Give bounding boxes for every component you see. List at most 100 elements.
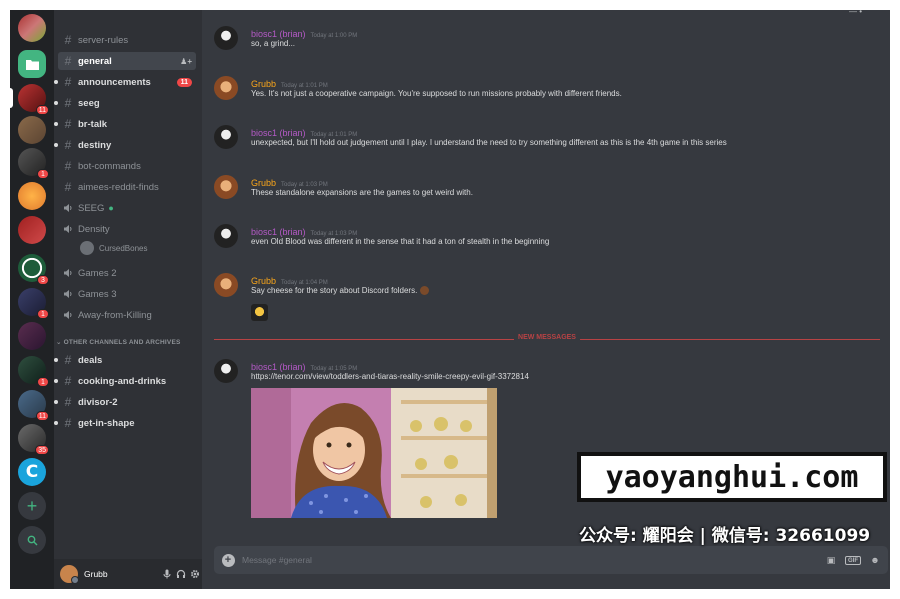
speaker-icon [58, 310, 78, 320]
server-icon[interactable]: 11 [18, 390, 49, 421]
hash-icon: # [64, 96, 72, 110]
server-icon[interactable] [18, 322, 46, 350]
message-author[interactable]: Grubb [251, 79, 276, 89]
message-author[interactable]: biosc1 (brian) [251, 227, 306, 237]
message-author[interactable]: biosc1 (brian) [251, 362, 306, 372]
unread-dot [54, 421, 58, 425]
username: Grubb [84, 569, 108, 579]
channel-seeg[interactable]: # seeg [54, 94, 196, 112]
avatar [80, 241, 94, 255]
server-icon[interactable]: 35 [18, 424, 49, 455]
message-text: Say cheese for the story about Discord f… [251, 286, 429, 296]
channel-br-talk[interactable]: # br-talk [54, 115, 196, 133]
unread-dot [54, 400, 58, 404]
category-header[interactable]: ⌄ OTHER CHANNELS AND ARCHIVES [56, 338, 181, 346]
channel-announcements[interactable]: # announcements 11 [54, 73, 196, 91]
server-icon[interactable] [18, 116, 46, 144]
avatar[interactable] [214, 224, 238, 248]
channel-divisor-2[interactable]: # divisor-2 [54, 393, 196, 411]
server-icon[interactable]: 1 [18, 148, 49, 179]
server-icon[interactable] [18, 14, 46, 42]
unread-dot [54, 122, 58, 126]
hash-icon: # [64, 138, 72, 152]
voice-channel-away-from-killing[interactable]: Away-from-Killing [58, 306, 196, 324]
server-mention-badge: 1 [37, 169, 49, 179]
hash-icon: # [64, 416, 72, 430]
channel-server-rules[interactable]: # server-rules [58, 31, 196, 49]
channel-get-in-shape[interactable]: # get-in-shape [54, 414, 196, 432]
user-panel: Grubb [54, 559, 202, 589]
avatar[interactable] [60, 565, 79, 584]
chevron-down-icon: ⌄ [56, 339, 62, 346]
unread-dot [54, 80, 58, 84]
message-input[interactable] [242, 555, 822, 565]
message-author[interactable]: biosc1 (brian) [251, 128, 306, 138]
hash-icon: # [64, 180, 72, 194]
avatar[interactable] [214, 26, 238, 50]
channel-general[interactable]: # general ♟+ [58, 52, 196, 70]
hash-icon: # [64, 117, 72, 131]
voice-channel-games-3[interactable]: Games 3 [58, 285, 196, 303]
hash-icon: # [64, 54, 72, 68]
gif-embed[interactable] [251, 388, 497, 518]
message-text: so, a grind... [251, 39, 296, 48]
custom-emoji-icon [419, 286, 429, 296]
server-icon[interactable]: 11 [18, 84, 49, 115]
message-text: even Old Blood was different in the sens… [251, 237, 550, 246]
channel-cooking-and-drinks[interactable]: # cooking-and-drinks [54, 372, 196, 390]
unread-dot [54, 101, 58, 105]
hash-icon: # [64, 33, 72, 47]
hash-icon: # [64, 374, 72, 388]
explore-servers-icon[interactable] [18, 526, 46, 554]
watermark-caption: 公众号: 耀阳会 | 微信号: 32661099 [579, 526, 871, 546]
server-icon[interactable] [18, 216, 46, 244]
gif-button[interactable]: GIF [844, 553, 862, 567]
server-icon[interactable]: 1 [18, 356, 49, 387]
chat-area: — • biosc1 (brian) Today at 1:00 PM so, a… [202, 10, 890, 589]
unread-dot [54, 143, 58, 147]
server-mention-badge: 1 [37, 309, 49, 319]
server-icon[interactable]: 3 [18, 254, 49, 285]
server-mention-badge: 1 [37, 377, 49, 387]
voice-channel-density[interactable]: Density [58, 220, 196, 238]
voice-channel-seeg[interactable]: SEEG ● [58, 199, 196, 217]
channel-bot-commands[interactable]: # bot-commands [58, 157, 196, 175]
hash-icon: # [64, 159, 72, 173]
channel-destiny[interactable]: # destiny [54, 136, 196, 154]
speaker-icon [58, 203, 78, 213]
message-text: Yes. It's not just a cooperative campaig… [251, 89, 622, 98]
server-icon[interactable]: 1 [18, 288, 49, 319]
message-author[interactable]: biosc1 (brian) [251, 29, 306, 39]
message-author[interactable]: Grubb [251, 276, 276, 286]
server-icon[interactable] [18, 182, 46, 210]
upload-button[interactable]: + [214, 553, 242, 567]
headphones-icon[interactable] [174, 567, 188, 581]
avatar[interactable] [214, 175, 238, 199]
server-icon[interactable]: C [18, 458, 46, 486]
gift-icon[interactable]: ▣ [822, 553, 840, 567]
voice-channel-games-2[interactable]: Games 2 [58, 264, 196, 282]
emoji-picker-icon[interactable]: ☻ [866, 553, 884, 567]
avatar[interactable] [214, 359, 238, 383]
header-icons: — • [848, 10, 862, 16]
unread-dot [54, 379, 58, 383]
add-server-icon[interactable]: + [18, 492, 46, 520]
channel-deals[interactable]: # deals [54, 351, 196, 369]
avatar[interactable] [214, 273, 238, 297]
watermark-banner: yaoyanghui.com [577, 452, 887, 502]
invite-user-icon[interactable]: ♟+ [180, 57, 192, 66]
avatar[interactable] [214, 125, 238, 149]
voice-user[interactable]: CursedBones [80, 241, 147, 255]
speaker-icon [58, 289, 78, 299]
avatar[interactable] [214, 76, 238, 100]
hash-icon: # [64, 353, 72, 367]
gear-icon[interactable] [188, 567, 202, 581]
server-rail: 11 1 3 1 1 11 35 C + [10, 10, 54, 589]
message-composer: + ▣ GIF ☻ [214, 546, 888, 574]
microphone-icon[interactable] [160, 567, 174, 581]
message-author[interactable]: Grubb [251, 178, 276, 188]
server-folder-icon[interactable] [18, 50, 46, 78]
channel-aimees-reddit-finds[interactable]: # aimees-reddit-finds [58, 178, 196, 196]
message-link[interactable]: https://tenor.com/view/toddlers-and-tiar… [251, 372, 529, 381]
unread-dot [54, 358, 58, 362]
